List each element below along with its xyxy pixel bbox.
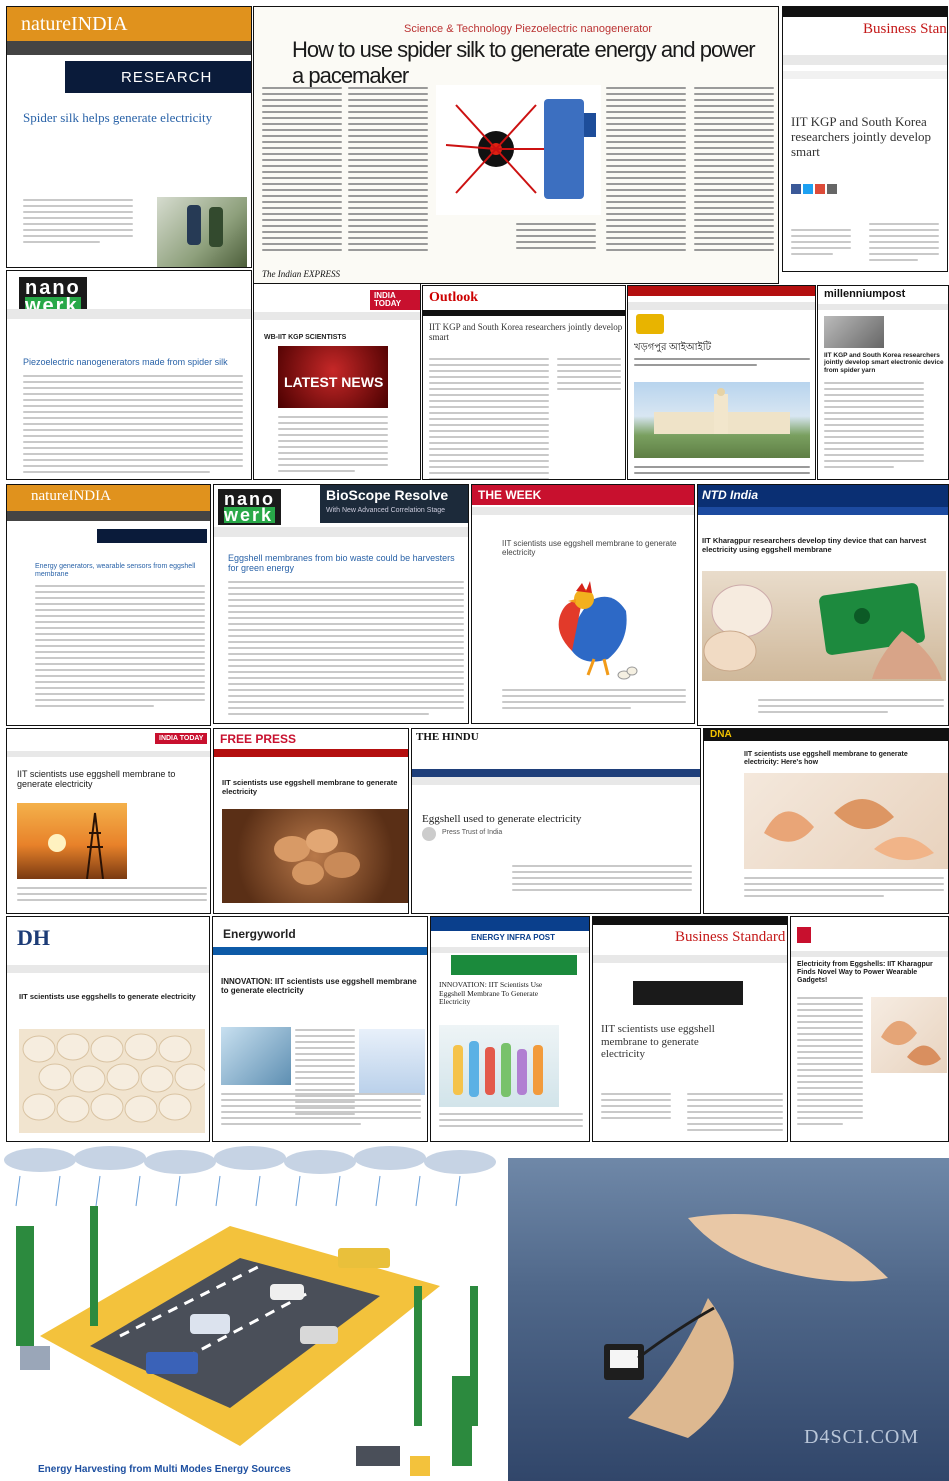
tile-deccan-herald[interactable]: DH IIT scientists use eggshells to gener… — [6, 916, 210, 1142]
d4sci-watermark: D4SCI.COM — [804, 1426, 920, 1448]
india-today-logo: INDIA TODAY — [370, 290, 420, 310]
deccan-herald-logo: DH — [17, 925, 50, 950]
india-today-logo-text: INDIA TODAY — [159, 735, 204, 742]
eggs-photo — [19, 1029, 205, 1133]
article-photo — [824, 316, 884, 348]
nanowerk-logo-bottom: werk — [224, 505, 275, 526]
tile-indian-express-pacemaker[interactable]: Science & Technology Piezoelectric nanog… — [253, 6, 779, 284]
test-tubes-photo — [439, 1025, 559, 1107]
energy-harvesting-illustration: Energy Harvesting from Multi Modes Energ… — [0, 1146, 503, 1481]
business-standard-logo: Business Standard — [863, 21, 947, 37]
tile-dna[interactable]: DNA IIT scientists use eggshell membrane… — [703, 728, 949, 914]
illustration-caption: Energy Harvesting from Multi Modes Energ… — [38, 1464, 291, 1475]
the-week-logo: THE WEEK — [478, 488, 542, 502]
millennium-post-logo: millenniumpost — [824, 288, 906, 300]
kicker: Science & Technology Piezoelectric nanog… — [404, 23, 653, 35]
tile-novel-way-paper[interactable]: Electricity from Eggshells: IIT Kharagpu… — [790, 916, 949, 1142]
tile-india-today-spider[interactable]: INDIA TODAY WB-IIT KGP SCIENTISTS LATEST… — [253, 283, 421, 480]
article-headline[interactable]: IIT scientists use eggshell membrane to … — [601, 1023, 733, 1061]
article-headline[interactable]: IIT scientists use eggshell membrane to … — [17, 769, 207, 790]
article-headline[interactable]: IIT scientists use eggshell membrane to … — [222, 778, 402, 796]
research-banner-text: RESEARCH — [121, 69, 213, 86]
article-headline[interactable]: IIT scientists use eggshell membrane to … — [502, 539, 686, 557]
eggshells-photo — [744, 773, 948, 869]
energy-infra-post-logo: ENERGY INFRA POST — [471, 933, 556, 942]
article-headline[interactable]: Eggshell used to generate electricity — [422, 813, 692, 826]
article-headline[interactable]: Piezoelectric nanogenerators made from s… — [23, 357, 243, 367]
energy-world-logo: Energyworld — [223, 927, 296, 941]
free-press-logo: FREE PRESS — [220, 732, 297, 746]
tile-nanowerk-spider[interactable]: nano werk Piezoelectric nanogenerators m… — [6, 270, 252, 480]
nav-bar — [7, 41, 251, 55]
nature-india-logo-text: natureINDIA — [31, 488, 111, 504]
bioscope-ad-title: BioScope Resolve — [326, 487, 449, 503]
research-banner: RESEARCH — [65, 61, 251, 93]
tile-energy-infra-post[interactable]: ENERGY INFRA POST INNOVATION: IIT Scient… — [430, 916, 590, 1142]
paper-logo — [636, 314, 664, 334]
byline: Press Trust of India — [442, 829, 503, 836]
tile-nanowerk-eggshell[interactable]: nano werk BioScope Resolve With New Adva… — [213, 484, 469, 724]
tile-india-today-eggshell[interactable]: INDIA TODAY IIT scientists use eggshell … — [6, 728, 211, 914]
india-today-logo-text: INDIA TODAY — [374, 291, 402, 308]
ntd-india-logo: NTD India — [702, 488, 758, 502]
tile-business-standard-spider[interactable]: Business Standard IIT KGP and South Kore… — [782, 6, 948, 272]
article-headline[interactable]: Electricity from Eggshells: IIT Kharagpu… — [797, 961, 947, 985]
nature-india-logo-text: natureINDIA — [21, 13, 128, 35]
tile-free-press[interactable]: FREE PRESS IIT scientists use eggshell m… — [213, 728, 409, 914]
eggshells-photo — [871, 997, 947, 1073]
tile-energy-world[interactable]: Energyworld INNOVATION: IIT scientists u… — [212, 916, 428, 1142]
dna-logo: DNA — [710, 729, 732, 740]
section-title: WB-IIT KGP SCIENTISTS — [264, 334, 347, 341]
india-today-logo: INDIA TODAY — [155, 733, 208, 744]
article-headline[interactable]: INNOVATION: IIT scientists use eggshell … — [221, 977, 421, 995]
outlook-logo: Outlook — [429, 290, 479, 305]
latest-news-graphic: LATEST NEWS — [278, 346, 388, 408]
tile-nature-india-eggshell[interactable]: natureINDIA Energy generators, wearable … — [6, 484, 211, 726]
tile-nature-india-spider-silk[interactable]: natureINDIA RESEARCH Spider silk helps g… — [6, 6, 252, 268]
nanowerk-logo: nano werk — [218, 489, 281, 526]
eggshell-device-photo — [702, 571, 946, 681]
article-headline[interactable]: IIT Kharagpur researchers develop tiny d… — [702, 536, 942, 554]
footer-logo: The Indian EXPRESS — [262, 269, 340, 279]
paper-logo — [797, 927, 811, 943]
bioscope-ad[interactable]: BioScope Resolve With New Advanced Corre… — [320, 485, 468, 523]
article-headline[interactable]: Eggshell membranes from bio waste could … — [228, 553, 464, 574]
nature-india-logo: natureINDIA — [7, 485, 210, 511]
eggshell-photo-panel: D4SCI.COM — [508, 1158, 949, 1481]
article-headline[interactable]: IIT scientists use eggshell membrane to … — [744, 751, 944, 767]
rooster-illustration — [532, 571, 642, 681]
latest-news-text: LATEST NEWS — [284, 374, 384, 390]
article-headline[interactable]: Spider silk helps generate electricity — [23, 110, 223, 126]
nature-india-logo: natureINDIA — [7, 7, 251, 41]
energy-harvesting-drawing — [4, 1146, 496, 1476]
author-avatar — [422, 827, 436, 841]
sidebar-ad[interactable] — [359, 1029, 425, 1095]
article-headline[interactable]: IIT scientists use eggshells to generate… — [19, 992, 209, 1002]
tile-the-hindu[interactable]: THE HINDU Eggshell used to generate elec… — [411, 728, 701, 914]
article-headline[interactable]: IIT KGP and South Korea researchers join… — [791, 114, 941, 160]
article-headline[interactable]: খড়গপুর আইআইটি — [634, 342, 810, 354]
iit-building-photo — [634, 382, 810, 458]
tile-business-standard-eggshell[interactable]: Business Standard IIT scientists use egg… — [592, 916, 788, 1142]
tile-the-week[interactable]: THE WEEK IIT scientists use eggshell mem… — [471, 484, 695, 724]
article-headline[interactable]: INNOVATION: IIT Scientists Use Eggshell … — [439, 980, 567, 1007]
spider-pacemaker-illustration — [436, 85, 601, 215]
the-hindu-logo: THE HINDU — [416, 731, 479, 743]
business-standard-logo: Business Standard — [675, 929, 786, 945]
bioscope-ad-subtitle: With New Advanced Correlation Stage — [326, 507, 446, 514]
article-headline[interactable]: IIT KGP and South Korea researchers join… — [824, 352, 946, 374]
tile-ntd-india[interactable]: NTD India IIT Kharagpur researchers deve… — [697, 484, 949, 726]
lab-photo — [157, 197, 247, 267]
sunset-pylon-photo — [17, 803, 127, 879]
article-headline[interactable]: Energy generators, wearable sensors from… — [35, 563, 205, 579]
tile-bengali-paper[interactable]: খড়গপুর আইআইটি — [627, 285, 816, 480]
tile-millennium-post[interactable]: millenniumpost IIT KGP and South Korea r… — [817, 285, 949, 480]
article-headline[interactable]: How to use spider silk to generate energ… — [292, 37, 762, 89]
tile-outlook-spider[interactable]: Outlook IIT KGP and South Korea research… — [422, 285, 626, 480]
eggs-bowl-photo — [222, 809, 408, 903]
article-headline[interactable]: IIT KGP and South Korea researchers join… — [429, 322, 625, 343]
lab-experiment-photo — [221, 1027, 291, 1085]
